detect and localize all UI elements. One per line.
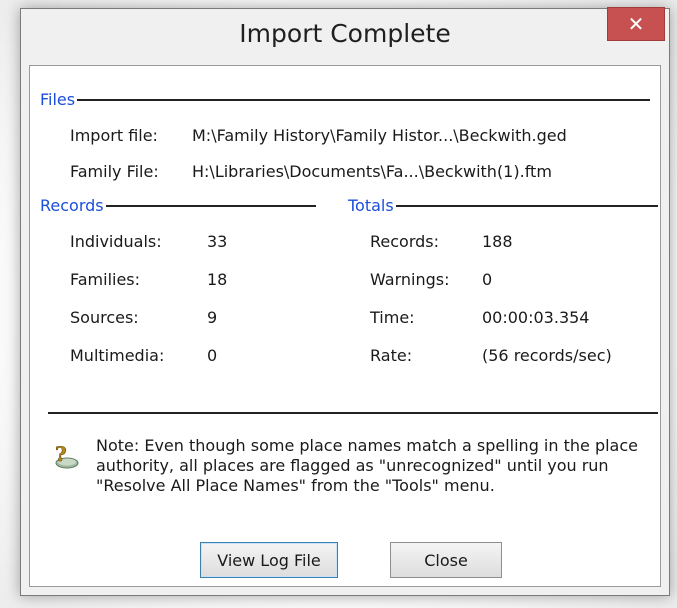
- files-header-label: Files: [40, 90, 76, 109]
- family-file-label: Family File:: [70, 162, 159, 181]
- records-divider: [105, 204, 316, 207]
- close-button-label: Close: [424, 550, 468, 570]
- close-icon: ✕: [627, 12, 645, 36]
- svg-text:?: ?: [55, 442, 67, 466]
- note-separator: [48, 412, 658, 414]
- dialog-title: Import Complete: [239, 19, 451, 48]
- totals-row-value: 188: [482, 232, 513, 251]
- records-header-label: Records: [40, 196, 104, 215]
- import-complete-dialog: Import Complete ✕ Files Import file: M:\…: [20, 7, 670, 596]
- note-text: Note: Even though some place names match…: [96, 436, 638, 495]
- records-row-label: Multimedia:: [70, 346, 165, 365]
- totals-row-label: Warnings:: [370, 270, 450, 289]
- files-divider: [77, 98, 650, 101]
- records-row-value: 33: [207, 232, 228, 251]
- title-bar: Import Complete ✕: [21, 7, 669, 65]
- view-log-file-button[interactable]: View Log File: [200, 542, 338, 578]
- totals-row-label: Time:: [370, 308, 415, 327]
- records-row-label: Families:: [70, 270, 141, 289]
- view-log-file-label: View Log File: [217, 550, 321, 570]
- close-window-button[interactable]: ✕: [607, 7, 665, 41]
- import-file-value: M:\Family History\Family Histor...\Beckw…: [192, 126, 567, 145]
- help-note-icon: ?: [52, 442, 80, 470]
- totals-row-value: 0: [482, 270, 493, 289]
- totals-row-label: Rate:: [370, 346, 413, 365]
- family-file-value: H:\Libraries\Documents\Fa...\Beckwith(1)…: [192, 162, 552, 181]
- totals-section-header: Totals: [348, 196, 658, 215]
- records-row-label: Individuals:: [70, 232, 162, 251]
- dialog-body: Files Import file: M:\Family History\Fam…: [29, 65, 661, 587]
- totals-row-value: 00:00:03.354: [482, 308, 590, 327]
- files-section-header: Files: [40, 90, 650, 109]
- records-row-value: 9: [207, 308, 218, 327]
- close-button[interactable]: Close: [390, 542, 502, 578]
- totals-divider: [395, 204, 658, 207]
- totals-row-value: (56 records/sec): [482, 346, 612, 365]
- records-section-header: Records: [40, 196, 316, 215]
- totals-row-label: Records:: [370, 232, 440, 251]
- records-row-label: Sources:: [70, 308, 139, 327]
- records-row-value: 0: [207, 346, 218, 365]
- import-file-label: Import file:: [70, 126, 158, 145]
- records-row-value: 18: [207, 270, 228, 289]
- totals-header-label: Totals: [348, 196, 394, 215]
